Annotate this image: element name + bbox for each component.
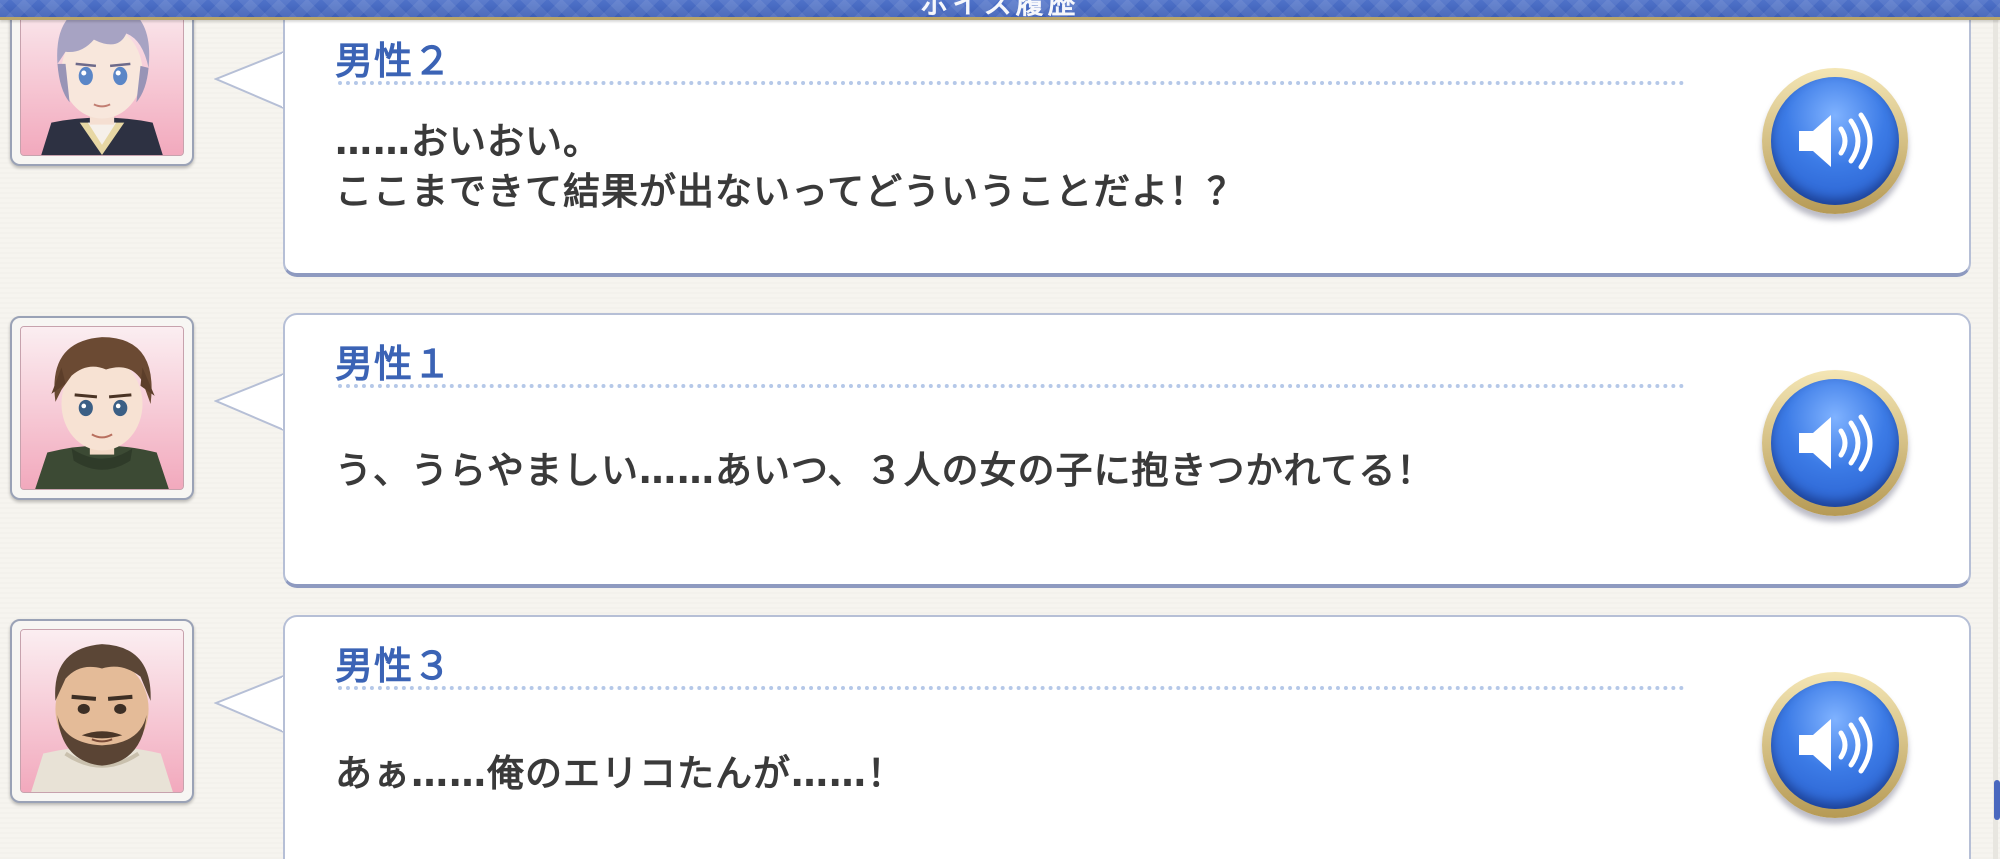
- avatar: [10, 619, 194, 803]
- silver-haired-man-portrait: [21, 0, 183, 155]
- scrollbar-track[interactable]: [1993, 20, 1998, 859]
- speech-bubble-tail: [214, 673, 286, 735]
- speaker-name: 男性２: [335, 39, 453, 83]
- speech-bubble-tail: [214, 49, 286, 111]
- speech-bubble: [283, 615, 1971, 859]
- speaker-icon: [1799, 112, 1873, 170]
- character-portrait: [20, 326, 184, 490]
- voice-replay-button[interactable]: [1762, 370, 1908, 516]
- name-divider: [338, 81, 1685, 85]
- voice-replay-button[interactable]: [1762, 68, 1908, 214]
- speech-bubble-tail: [214, 371, 286, 433]
- name-divider: [338, 384, 1685, 388]
- brown-haired-man-portrait: [21, 327, 183, 489]
- avatar: [10, 0, 194, 166]
- header-title: ボイス履歴: [920, 0, 1080, 20]
- log-entry: 男性２ ……おいおい。 ここまできて結果が出ないってどういうことだよ！？: [0, 0, 1990, 282]
- log-entry: 男性３ あぁ……俺のエリコたんが……！: [0, 604, 1990, 859]
- dialogue-line: ここまできて結果が出ないってどういうことだよ！？: [335, 170, 1246, 213]
- dialogue-line: ……おいおい。: [335, 120, 601, 163]
- voice-replay-button[interactable]: [1762, 672, 1908, 818]
- dialogue-line: う、うらやましい……あいつ、３人の女の子に抱きつかれてる！: [335, 449, 1435, 492]
- speaker-icon: [1799, 414, 1873, 472]
- avatar: [10, 316, 194, 500]
- log-entry: 男性１ う、うらやましい……あいつ、３人の女の子に抱きつかれてる！: [0, 302, 1990, 592]
- dialogue-log-screen: ボイス履歴 男性２ ……おいおい。 ここまできて結果が出ないってどういうことだよ…: [0, 0, 2000, 859]
- name-divider: [338, 686, 1685, 690]
- scrollbar-thumb[interactable]: [1994, 780, 2000, 820]
- character-portrait: [20, 629, 184, 793]
- header-bar: ボイス履歴: [0, 0, 2000, 20]
- dialogue-line: あぁ……俺のエリコたんが……！: [335, 752, 905, 795]
- speaker-icon: [1799, 716, 1873, 774]
- speaker-name: 男性３: [335, 644, 453, 688]
- speaker-name: 男性１: [335, 342, 453, 386]
- bearded-man-portrait: [21, 630, 183, 792]
- character-portrait: [20, 0, 184, 156]
